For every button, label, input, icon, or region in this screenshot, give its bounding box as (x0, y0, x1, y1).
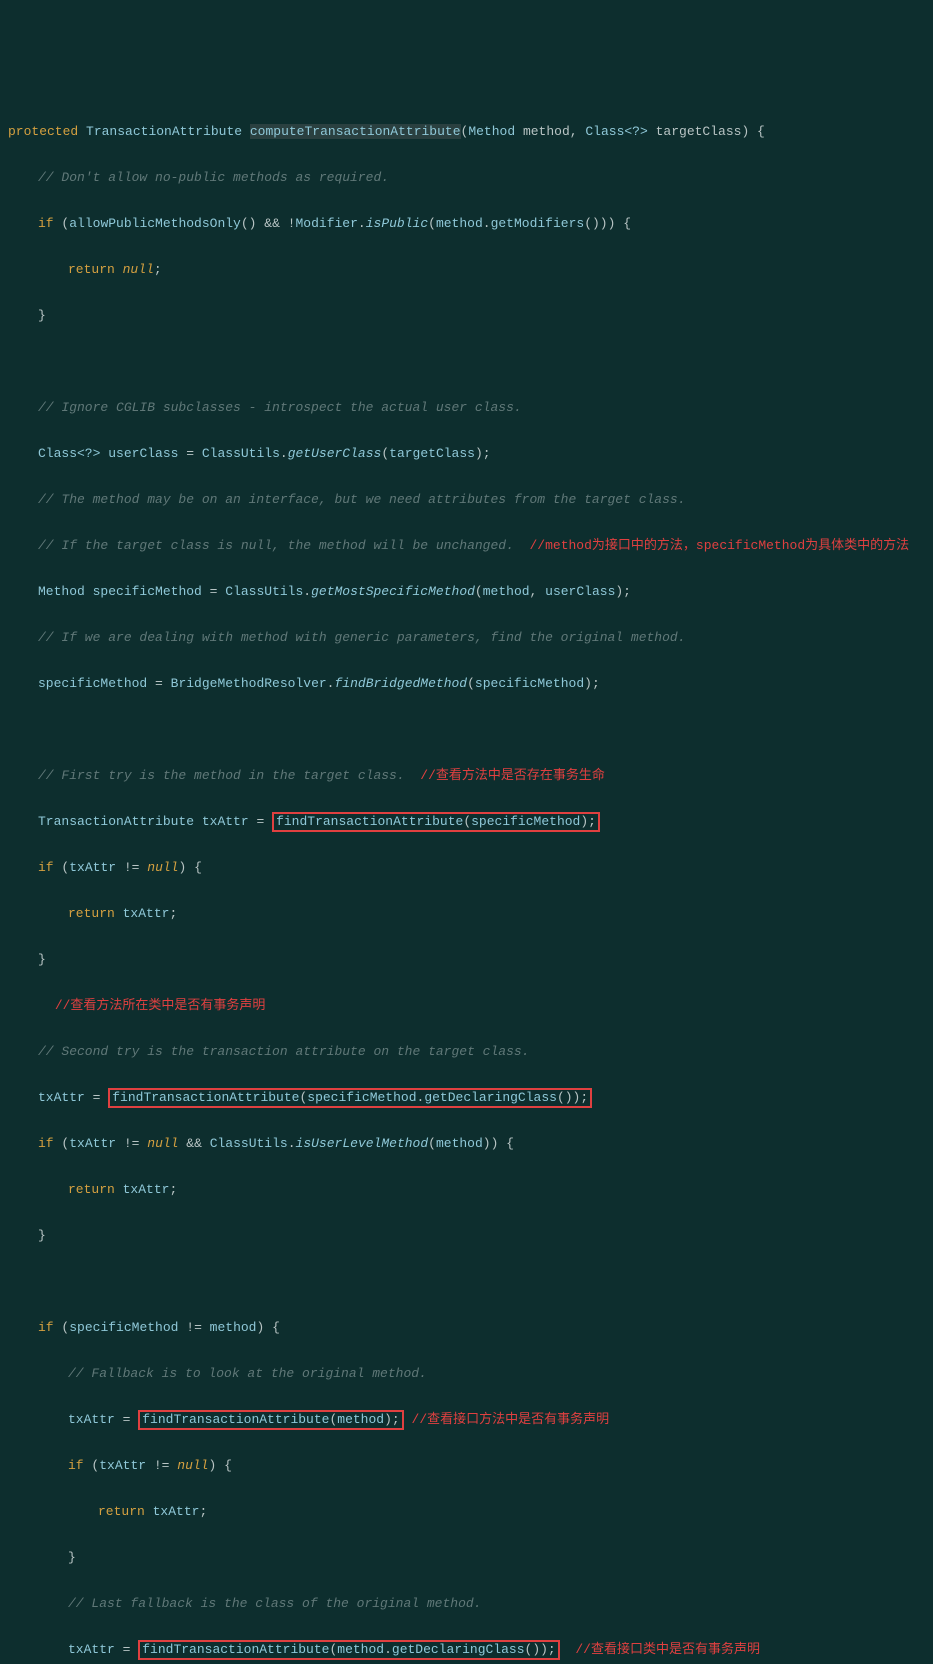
red-annotation: //查看接口类中是否有事务声明 (575, 1642, 760, 1657)
code-line: return txAttr; (0, 902, 933, 925)
code-line: return txAttr; (0, 1178, 933, 1201)
red-annotation-line: //查看方法所在类中是否有事务声明 (0, 994, 933, 1017)
return-type: TransactionAttribute (86, 124, 242, 139)
code-line: if (txAttr != null) { (0, 856, 933, 879)
highlighted-code-box: findTransactionAttribute(specificMethod)… (272, 812, 600, 832)
code-line: txAttr = findTransactionAttribute(method… (0, 1638, 933, 1661)
comment-method-interface: // The method may be on an interface, bu… (0, 488, 933, 511)
code-editor: protected TransactionAttribute computeTr… (0, 97, 933, 1664)
highlighted-code-box: findTransactionAttribute(method.getDecla… (138, 1640, 560, 1660)
highlighted-code-box: findTransactionAttribute(specificMethod.… (108, 1088, 592, 1108)
code-line: } (0, 1546, 933, 1569)
method-name: computeTransactionAttribute (250, 124, 461, 139)
method-signature-line: protected TransactionAttribute computeTr… (0, 120, 933, 143)
code-line: Class<?> userClass = ClassUtils.getUserC… (0, 442, 933, 465)
comment-last-fallback: // Last fallback is the class of the ori… (0, 1592, 933, 1615)
param1-type: Method (468, 124, 515, 139)
param2-type: Class<?> (585, 124, 647, 139)
code-line: return txAttr; (0, 1500, 933, 1523)
code-line: return null; (0, 258, 933, 281)
code-line: if (txAttr != null && ClassUtils.isUserL… (0, 1132, 933, 1155)
code-line: Method specificMethod = ClassUtils.getMo… (0, 580, 933, 603)
comment-generic: // If we are dealing with method with ge… (0, 626, 933, 649)
code-line: } (0, 948, 933, 971)
code-line: specificMethod = BridgeMethodResolver.fi… (0, 672, 933, 695)
code-line: } (0, 304, 933, 327)
highlighted-code-box: findTransactionAttribute(method); (138, 1410, 403, 1430)
red-annotation: //method为接口中的方法，specificMethod为具体类中的方法 (530, 538, 910, 553)
code-line: if (allowPublicMethodsOnly() && !Modifie… (0, 212, 933, 235)
code-line: // First try is the method in the target… (0, 764, 933, 787)
code-line: txAttr = findTransactionAttribute(method… (0, 1408, 933, 1431)
code-line: } (0, 1224, 933, 1247)
code-line: TransactionAttribute txAttr = findTransa… (0, 810, 933, 833)
code-line: // If the target class is null, the meth… (0, 534, 933, 557)
red-annotation: //查看接口方法中是否有事务声明 (412, 1412, 610, 1427)
red-annotation: //查看方法中是否存在事务生命 (420, 768, 605, 783)
comment-no-public: // Don't allow no-public methods as requ… (0, 166, 933, 189)
code-line: txAttr = findTransactionAttribute(specif… (0, 1086, 933, 1109)
comment-ignore-cglib: // Ignore CGLIB subclasses - introspect … (0, 396, 933, 419)
comment-second-try: // Second try is the transaction attribu… (0, 1040, 933, 1063)
modifier-keyword: protected (8, 124, 78, 139)
comment-fallback: // Fallback is to look at the original m… (0, 1362, 933, 1385)
code-line: if (txAttr != null) { (0, 1454, 933, 1477)
code-line: if (specificMethod != method) { (0, 1316, 933, 1339)
